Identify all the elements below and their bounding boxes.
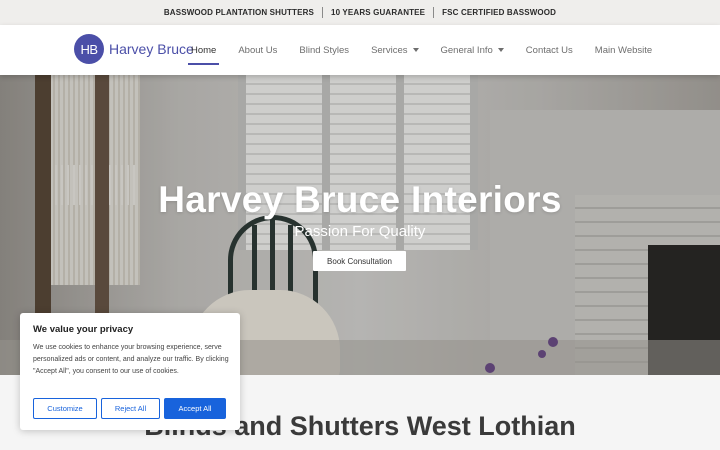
- nav-item-general-info[interactable]: General Info: [430, 45, 515, 56]
- nav-item-label: About Us: [238, 44, 278, 56]
- hero-title: Harvey Bruce Interiors: [158, 179, 562, 220]
- nav-item-label: General Info: [440, 44, 493, 56]
- nav-item-label: Home: [191, 44, 217, 56]
- cookie-customize-button[interactable]: Customize: [33, 398, 97, 419]
- announcement-item: 10 YEARS GUARANTEE: [331, 8, 426, 17]
- cookie-description: We use cookies to enhance your browsing …: [33, 344, 229, 375]
- nav-item-home[interactable]: Home: [180, 44, 227, 65]
- cookie-consent-banner: We value your privacy We use cookies to …: [20, 313, 240, 430]
- announcement-item: BASSWOOD PLANTATION SHUTTERS: [163, 8, 314, 17]
- nav-item-label: Blind Styles: [299, 44, 350, 56]
- site-logo[interactable]: HB Harvey Bruce: [74, 34, 194, 64]
- logo-monogram-icon: HB: [74, 34, 104, 64]
- nav-item-about-us[interactable]: About Us: [227, 45, 288, 56]
- nav-item-label: Services: [371, 44, 408, 56]
- chevron-down-icon: [412, 48, 419, 52]
- nav-item-services[interactable]: Services: [360, 45, 429, 56]
- nav-item-contact-us[interactable]: Contact Us: [515, 45, 584, 56]
- cookie-title: We value your privacy: [33, 324, 134, 335]
- site-header: HB Harvey Bruce Home About Us Blind Styl…: [0, 25, 720, 75]
- nav-item-main-website[interactable]: Main Website: [584, 45, 663, 56]
- nav-item-blind-styles[interactable]: Blind Styles: [288, 45, 360, 56]
- nav-item-label: Contact Us: [525, 44, 573, 56]
- hero-subtitle: Passion For Quality: [294, 223, 426, 240]
- announcement-item: FSC CERTIFIED BASSWOOD: [442, 8, 557, 17]
- book-consultation-button[interactable]: Book Consultation: [313, 251, 406, 271]
- chevron-down-icon: [497, 48, 504, 52]
- announcement-bar: BASSWOOD PLANTATION SHUTTERS 10 YEARS GU…: [0, 0, 720, 25]
- cookie-reject-all-button[interactable]: Reject All: [101, 398, 160, 419]
- cookie-accept-all-button[interactable]: Accept All: [164, 398, 226, 419]
- main-nav: Home About Us Blind Styles Services Gene…: [180, 25, 663, 75]
- nav-item-label: Main Website: [594, 44, 653, 56]
